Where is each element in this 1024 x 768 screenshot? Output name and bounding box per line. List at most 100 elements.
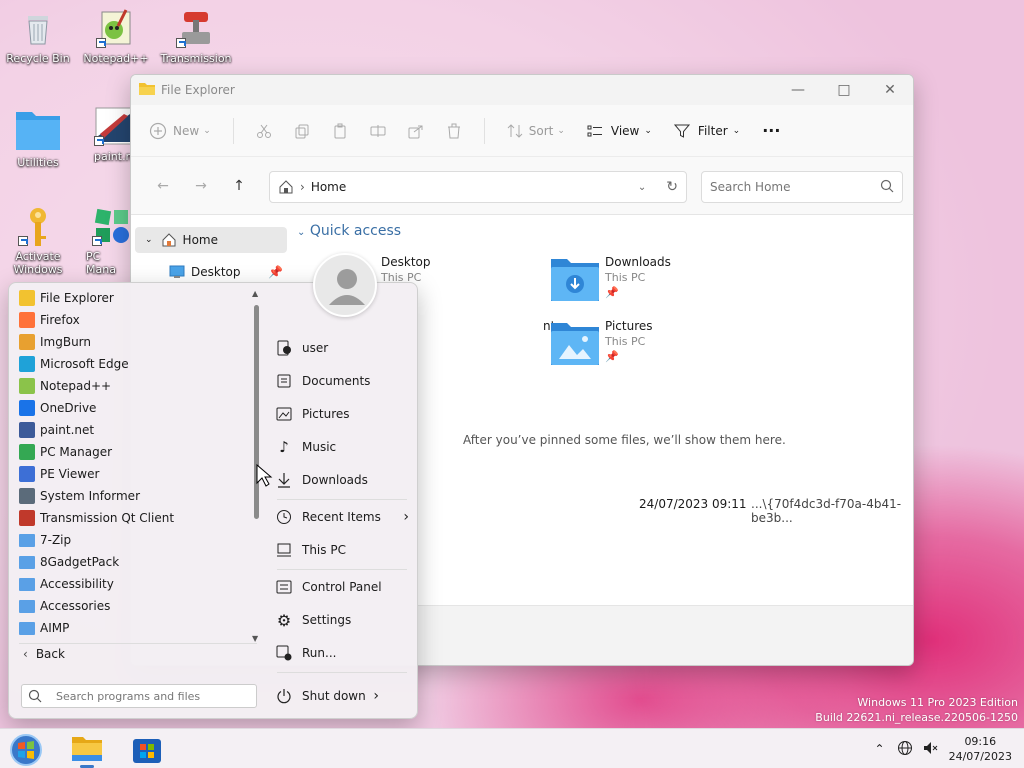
chevron-down-icon: ⌄: [145, 235, 153, 245]
back-button[interactable]: ‹ Back: [23, 647, 65, 661]
start-item-this-pc[interactable]: This PC: [275, 536, 409, 564]
desktop-icon-transmission[interactable]: Transmission: [160, 8, 232, 65]
desktop-icon-paintnet[interactable]: paint.net: [80, 106, 130, 163]
home-icon: [162, 233, 176, 247]
shutdown-button[interactable]: Shut down ›: [275, 682, 409, 710]
view-button[interactable]: View ⌄: [587, 123, 652, 139]
taskbar-file-explorer[interactable]: [70, 733, 104, 768]
quick-access-pictures[interactable]: Pictures This PC 📌: [551, 319, 653, 365]
program-item[interactable]: PC Manager: [17, 441, 249, 463]
desktop-icon-pc-manager[interactable]: PC Mana: [80, 206, 130, 276]
minimize-button[interactable]: —: [775, 75, 821, 105]
explorer-title: File Explorer: [161, 83, 235, 97]
chevron-up-icon[interactable]: ⌃: [875, 742, 885, 756]
up-arrow-icon[interactable]: ↑: [227, 178, 251, 194]
pin-icon[interactable]: 📌: [605, 349, 653, 364]
recent-row-path[interactable]: ...\{70f4dc3d-f70a-4b41-be3b...: [751, 497, 913, 525]
program-icon: [19, 599, 35, 613]
program-item[interactable]: AIMP: [17, 617, 249, 639]
delete-button[interactable]: [446, 123, 462, 139]
start-item-downloads[interactable]: Downloads: [275, 466, 409, 494]
cut-button[interactable]: [256, 123, 272, 139]
download-icon: [275, 471, 293, 489]
scroll-down-icon[interactable]: ▼: [252, 634, 258, 643]
scroll-up-icon[interactable]: ▲: [252, 289, 258, 298]
quick-access-header[interactable]: ⌄ Quick access: [297, 223, 401, 239]
program-item[interactable]: File Explorer: [17, 287, 249, 309]
program-item[interactable]: PE Viewer: [17, 463, 249, 485]
program-item[interactable]: System Informer: [17, 485, 249, 507]
program-icon: [19, 290, 35, 306]
filter-button[interactable]: Filter ⌄: [673, 123, 741, 139]
start-item-settings[interactable]: ⚙ Settings: [275, 606, 409, 634]
taskbar-microsoft-store[interactable]: [130, 733, 164, 765]
pin-icon[interactable]: 📌: [268, 265, 283, 279]
maximize-button[interactable]: □: [821, 75, 867, 105]
program-item[interactable]: 7-Zip: [17, 529, 249, 551]
program-item[interactable]: Microsoft Edge: [17, 353, 249, 375]
user-avatar[interactable]: [313, 253, 377, 317]
start-item-recent-items[interactable]: Recent Items ›: [275, 503, 409, 531]
new-button[interactable]: New ⌄: [149, 122, 211, 140]
search-box[interactable]: Search Home: [701, 171, 903, 203]
program-item[interactable]: Transmission Qt Client: [17, 507, 249, 529]
start-item-run[interactable]: Run...: [275, 639, 409, 667]
start-item-user[interactable]: user: [275, 334, 409, 362]
more-options-button[interactable]: ···: [762, 121, 780, 140]
share-button[interactable]: [408, 123, 424, 139]
quick-access-downloads[interactable]: Downloads This PC 📌: [551, 255, 671, 301]
desktop-icon-recycle-bin[interactable]: Recycle Bin: [2, 8, 74, 65]
desktop-icon-utilities[interactable]: Utilities: [2, 106, 74, 169]
start-item-control-panel[interactable]: Control Panel: [275, 573, 409, 601]
program-item[interactable]: ImgBurn: [17, 331, 249, 353]
taskbar-clock[interactable]: 09:16 24/07/2023: [949, 734, 1012, 764]
chevron-right-icon[interactable]: ›: [373, 688, 379, 704]
paintnet-icon: [94, 106, 130, 146]
program-item[interactable]: OneDrive: [17, 397, 249, 419]
program-item[interactable]: Firefox: [17, 309, 249, 331]
music-icon: ♪: [279, 438, 289, 456]
start-search-input[interactable]: Search programs and files: [56, 690, 200, 703]
program-icon: [19, 555, 35, 569]
start-item-documents[interactable]: Documents: [275, 367, 409, 395]
address-bar[interactable]: › Home ⌄ ↻: [269, 171, 687, 203]
desktop-icon-notepadpp[interactable]: Notepad++: [80, 8, 152, 65]
breadcrumb-home[interactable]: Home: [311, 180, 346, 194]
explorer-folder-icon: [139, 82, 155, 99]
explorer-titlebar[interactable]: File Explorer — □ ✕: [131, 75, 913, 105]
start-search-box[interactable]: Search programs and files: [21, 684, 257, 708]
program-icon: [19, 378, 35, 394]
view-icon: [587, 125, 602, 136]
paste-button[interactable]: [332, 123, 348, 139]
program-item[interactable]: Accessories: [17, 595, 249, 617]
program-item[interactable]: paint.net: [17, 419, 249, 441]
program-item[interactable]: 8GadgetPack: [17, 551, 249, 573]
back-arrow-icon[interactable]: ←: [151, 178, 175, 194]
volume-muted-icon[interactable]: [923, 740, 939, 759]
forward-arrow-icon[interactable]: →: [189, 178, 213, 194]
chevron-down-icon: ⌄: [732, 125, 741, 136]
close-button[interactable]: ✕: [867, 75, 913, 105]
start-button[interactable]: [8, 733, 42, 766]
start-item-pictures[interactable]: Pictures: [275, 400, 409, 428]
chevron-down-icon: ⌄: [644, 125, 652, 136]
rename-button[interactable]: [370, 123, 386, 139]
chevron-down-icon[interactable]: ⌄: [638, 182, 646, 193]
empty-favorites-message: After you’ve pinned some files, we’ll sh…: [463, 433, 786, 447]
refresh-icon[interactable]: ↻: [666, 179, 678, 195]
network-globe-icon[interactable]: [897, 740, 913, 759]
program-item[interactable]: Notepad++: [17, 375, 249, 397]
pin-icon[interactable]: 📌: [605, 285, 671, 300]
nav-item-home[interactable]: ⌄ Home: [135, 227, 287, 253]
program-icon: [19, 533, 35, 547]
program-item[interactable]: Accessibility: [17, 573, 249, 595]
sort-button[interactable]: Sort ⌄: [507, 123, 565, 139]
start-item-music[interactable]: ♪ Music: [275, 433, 409, 461]
pc-manager-icon: [92, 206, 130, 246]
copy-button[interactable]: [294, 123, 310, 139]
computer-icon: [275, 541, 293, 559]
search-input[interactable]: Search Home: [710, 180, 790, 194]
desktop-icon-activate-windows[interactable]: Activate Windows: [2, 206, 74, 276]
sort-icon: [507, 123, 523, 138]
control-panel-icon: [275, 578, 293, 596]
